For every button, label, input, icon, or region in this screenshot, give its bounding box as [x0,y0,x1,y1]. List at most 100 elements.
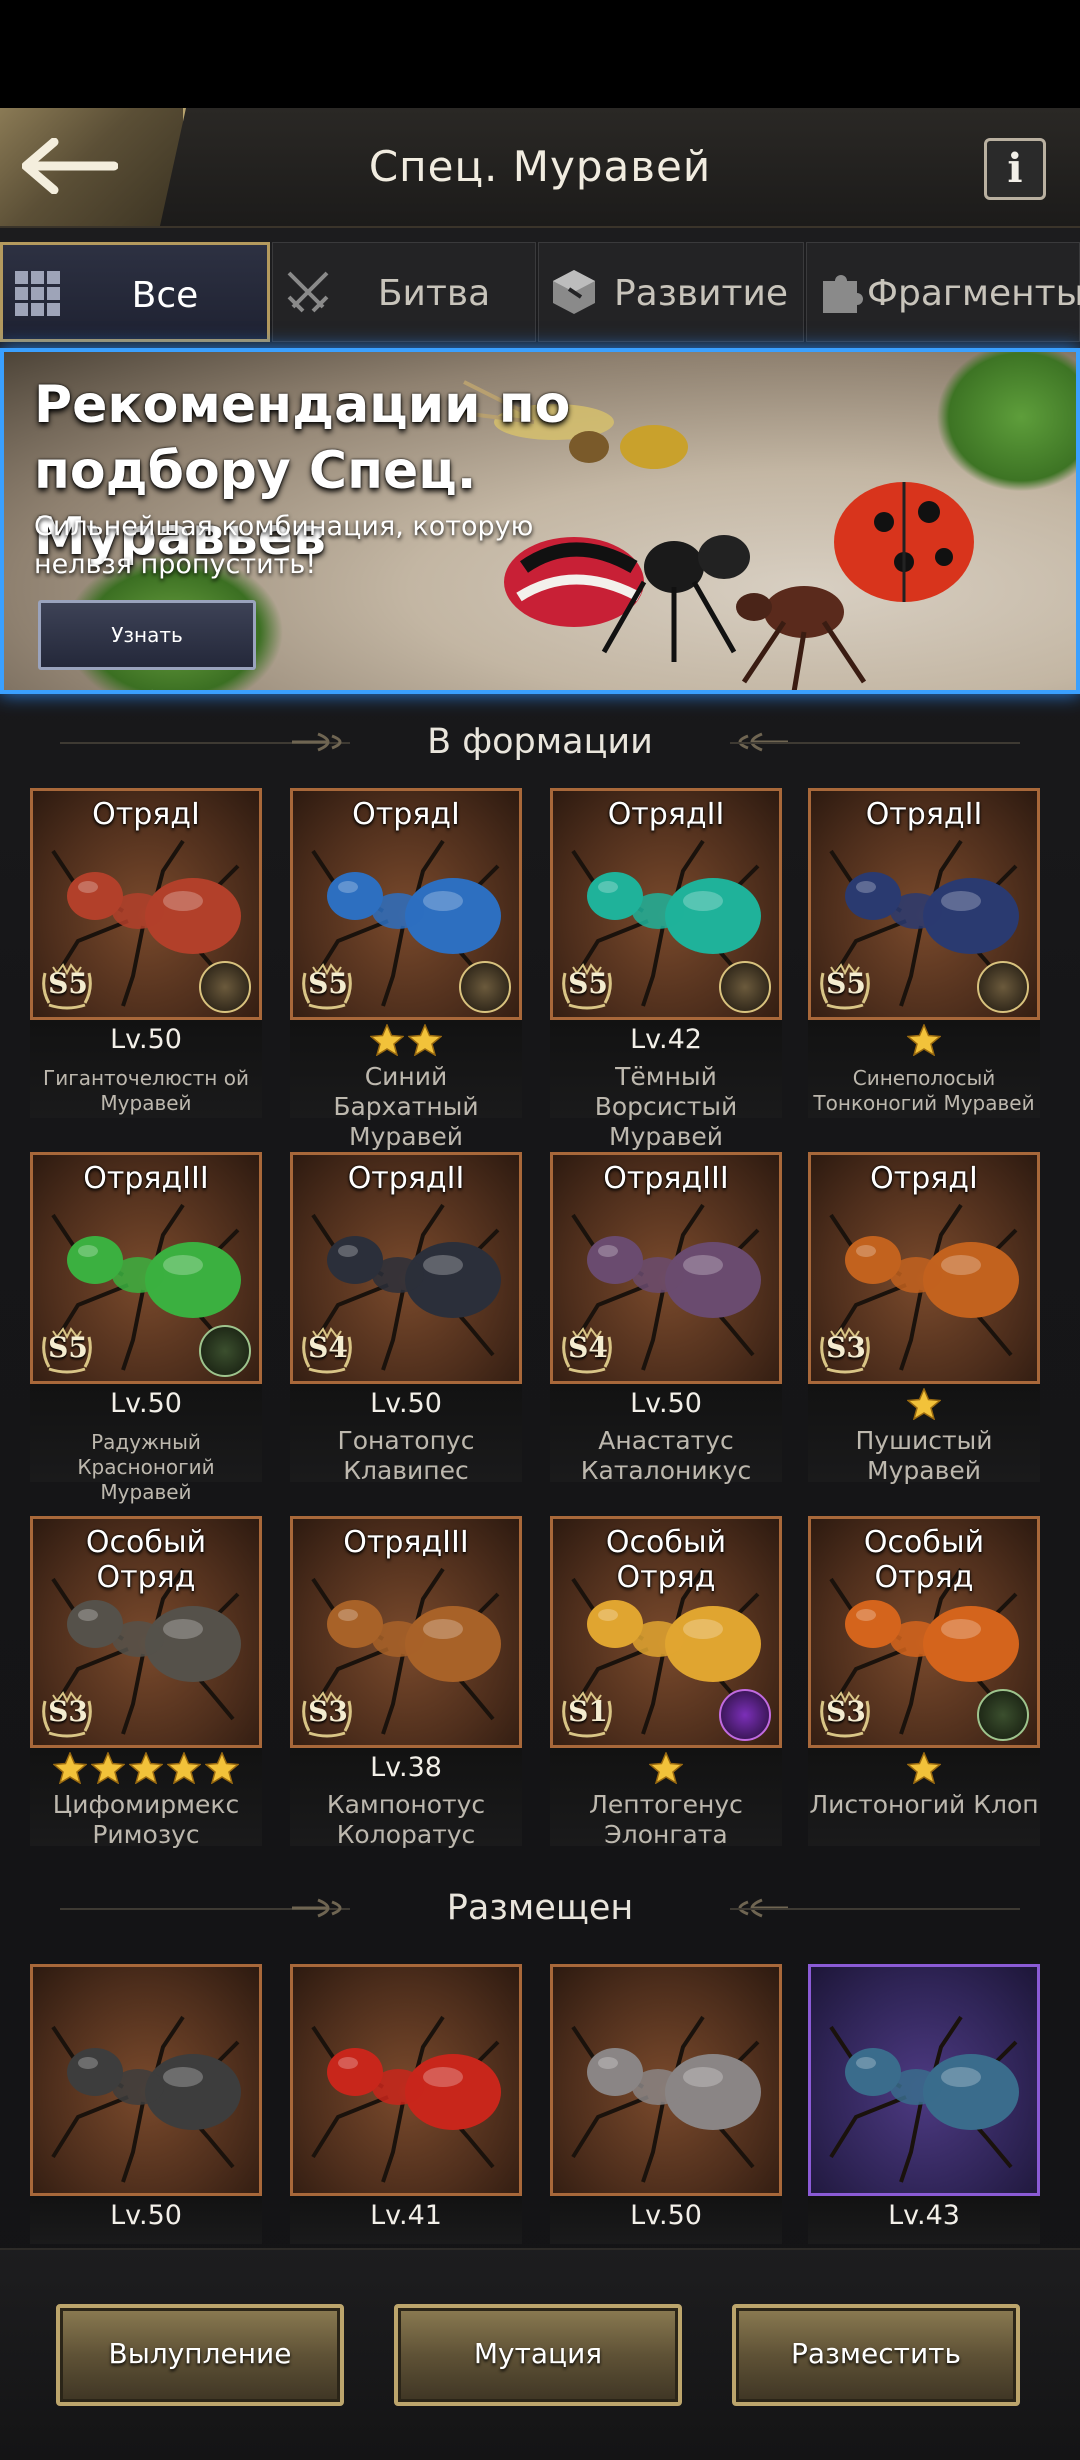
ant-portrait: Особый Отряд S3 [808,1516,1040,1748]
ant-portrait [290,1964,522,2196]
ant-card[interactable]: ОтрядII S4 Lv.50 Гонатопус Клавипес [290,1152,522,1485]
squad-label: ОтрядI [92,797,200,832]
ant-portrait [30,1964,262,2196]
ant-name: Синеполосый Тонконогий Муравей [813,1066,1035,1115]
ant-card[interactable]: ОтрядI S3 Пушистый Муравей [808,1152,1040,1485]
level-label: Lv.50 [630,1388,702,1419]
placed-ant-card[interactable]: Lv.50 [550,1964,782,2244]
ant-card[interactable]: ОтрядI S5 Lv.50 Гиганточелюстн ой Муравей [30,788,262,1118]
place-button[interactable]: Разместить [732,2304,1020,2406]
tier-label: S3 [826,1331,866,1364]
ant-portrait: ОтрядIII S4 [550,1152,782,1384]
squad-label: Особый Отряд [85,1525,207,1595]
skill-emblem-icon [459,961,511,1013]
ant-name: Листоногий Клоп [809,1790,1039,1819]
level-label: Lv.38 [370,1752,442,1783]
ant-card[interactable]: Особый Отряд S3 Листоногий Клоп [808,1516,1040,1846]
ant-card[interactable]: ОтрядIII S4 Lv.50 Анастатус Каталоникус [550,1152,782,1485]
star-icon [649,1752,683,1784]
tab-fragments[interactable]: Фрагменты [806,242,1080,342]
tab-label: Битва [377,273,491,314]
squad-label: ОтрядI [870,1161,978,1196]
header-bar: Спец. Муравей i [0,108,1080,228]
learn-more-button[interactable]: Узнать подробности [38,600,256,690]
star-icon [167,1752,201,1784]
hatch-button[interactable]: Вылупление [56,2304,344,2406]
tab-label: Развитие [613,273,789,314]
placed-ant-card[interactable]: Lv.50 [30,1964,262,2244]
card-info: Lv.50 Гонатопус Клавипес [290,1384,522,1485]
star-icon [129,1752,163,1784]
ant-card[interactable]: ОтрядIII S3 Lv.38 Кампонотус Колоратус [290,1516,522,1849]
card-info: Синеполосый Тонконогий Муравей [808,1020,1040,1118]
card-info: Lv.50 Гиганточелюстн ой Муравей [30,1020,262,1118]
ant-portrait [808,1964,1040,2196]
section-label: Размещен [446,1888,634,1928]
star-rating [30,1752,262,1784]
tier-label: S3 [48,1695,88,1728]
ant-portrait [550,1964,782,2196]
card-info: Lv.43 [808,2196,1040,2244]
puzzle-icon [823,275,863,313]
squad-label: ОтрядI [352,797,460,832]
tier-label: S4 [568,1331,608,1364]
tier-label: S3 [826,1695,866,1728]
filter-tabs: Все Битва Развитие Фрагменты [0,234,1080,342]
card-info: Пушистый Муравей [808,1384,1040,1485]
mutation-button[interactable]: Мутация [394,2304,682,2406]
ant-illustration [829,2015,1019,2183]
ant-portrait: ОтрядI S3 [808,1152,1040,1384]
ant-portrait: ОтрядIII S3 [290,1516,522,1748]
card-info: Lv.50 Радужный Красноногий Муравей [30,1384,262,1504]
tab-battle[interactable]: Битва [272,242,536,342]
ant-card[interactable]: Особый Отряд S1 Лептогенус Элонгата [550,1516,782,1849]
star-icon [408,1024,442,1056]
ant-portrait: ОтрядI S5 [290,788,522,1020]
tier-label: S5 [48,1331,88,1364]
ant-portrait: ОтрядI S5 [30,788,262,1020]
tier-label: S5 [48,967,88,1000]
level-label: Lv.50 [630,2200,702,2231]
squad-label: ОтрядIII [83,1161,209,1196]
recommendation-banner[interactable]: Рекомендации по подбору Спец. Муравьев С… [0,348,1080,694]
squad-label: ОтрядII [865,797,983,832]
level-label: Lv.42 [630,1024,702,1055]
squad-label: ОтрядIII [343,1525,469,1560]
skill-emblem-icon [719,1689,771,1741]
level-label: Lv.50 [370,1388,442,1419]
tier-label: S3 [308,1695,348,1728]
skill-emblem-icon [199,961,251,1013]
tier-label: S5 [308,967,348,1000]
ant-card[interactable]: ОтрядII S5 Lv.42 Тёмный Ворсистый Муравей [550,788,782,1151]
card-info: Lv.50 Анастатус Каталоникус [550,1384,782,1485]
tab-all[interactable]: Все [0,242,270,342]
placed-ant-card[interactable]: Lv.43 [808,1964,1040,2244]
ant-portrait: ОтрядII S5 [550,788,782,1020]
ant-card[interactable]: ОтрядIII S5 Lv.50 Радужный Красноногий Мура… [30,1152,262,1504]
ant-portrait: ОтрядII S5 [808,788,1040,1020]
tab-development[interactable]: Развитие [538,242,804,342]
ant-illustration [51,2015,241,2183]
skill-emblem-icon [977,961,1029,1013]
level-label: Lv.50 [110,2200,182,2231]
star-icon [370,1024,404,1056]
squad-label: Особый Отряд [863,1525,985,1595]
card-info: Лептогенус Элонгата [550,1748,782,1849]
ant-name: Гонатопус Клавипес [337,1426,475,1485]
ant-card[interactable]: ОтрядII S5 Синеполосый Тонконогий Муравей [808,788,1040,1118]
skill-emblem-icon [199,1325,251,1377]
card-info: Lv.50 [550,2196,782,2244]
ant-card[interactable]: Особый Отряд S3 Цифомирмекс Римозус [30,1516,262,1849]
section-header-placed: Размещен [0,1878,1080,1938]
placed-ant-card[interactable]: Lv.41 [290,1964,522,2244]
tier-label: S5 [568,967,608,1000]
level-label: Lv.41 [370,2200,442,2231]
level-label: Lv.50 [110,1388,182,1419]
grid-icon [15,271,60,316]
card-info: Lv.41 [290,2196,522,2244]
ant-card[interactable]: ОтрядI S5 Синий Бархатный Муравей [290,788,522,1151]
info-button[interactable]: i [984,138,1046,200]
banner-subtitle: Сильнейшая комбинация, которую нельзя пр… [34,511,534,580]
star-rating [808,1024,1040,1056]
card-info: Lv.42 Тёмный Ворсистый Муравей [550,1020,782,1151]
